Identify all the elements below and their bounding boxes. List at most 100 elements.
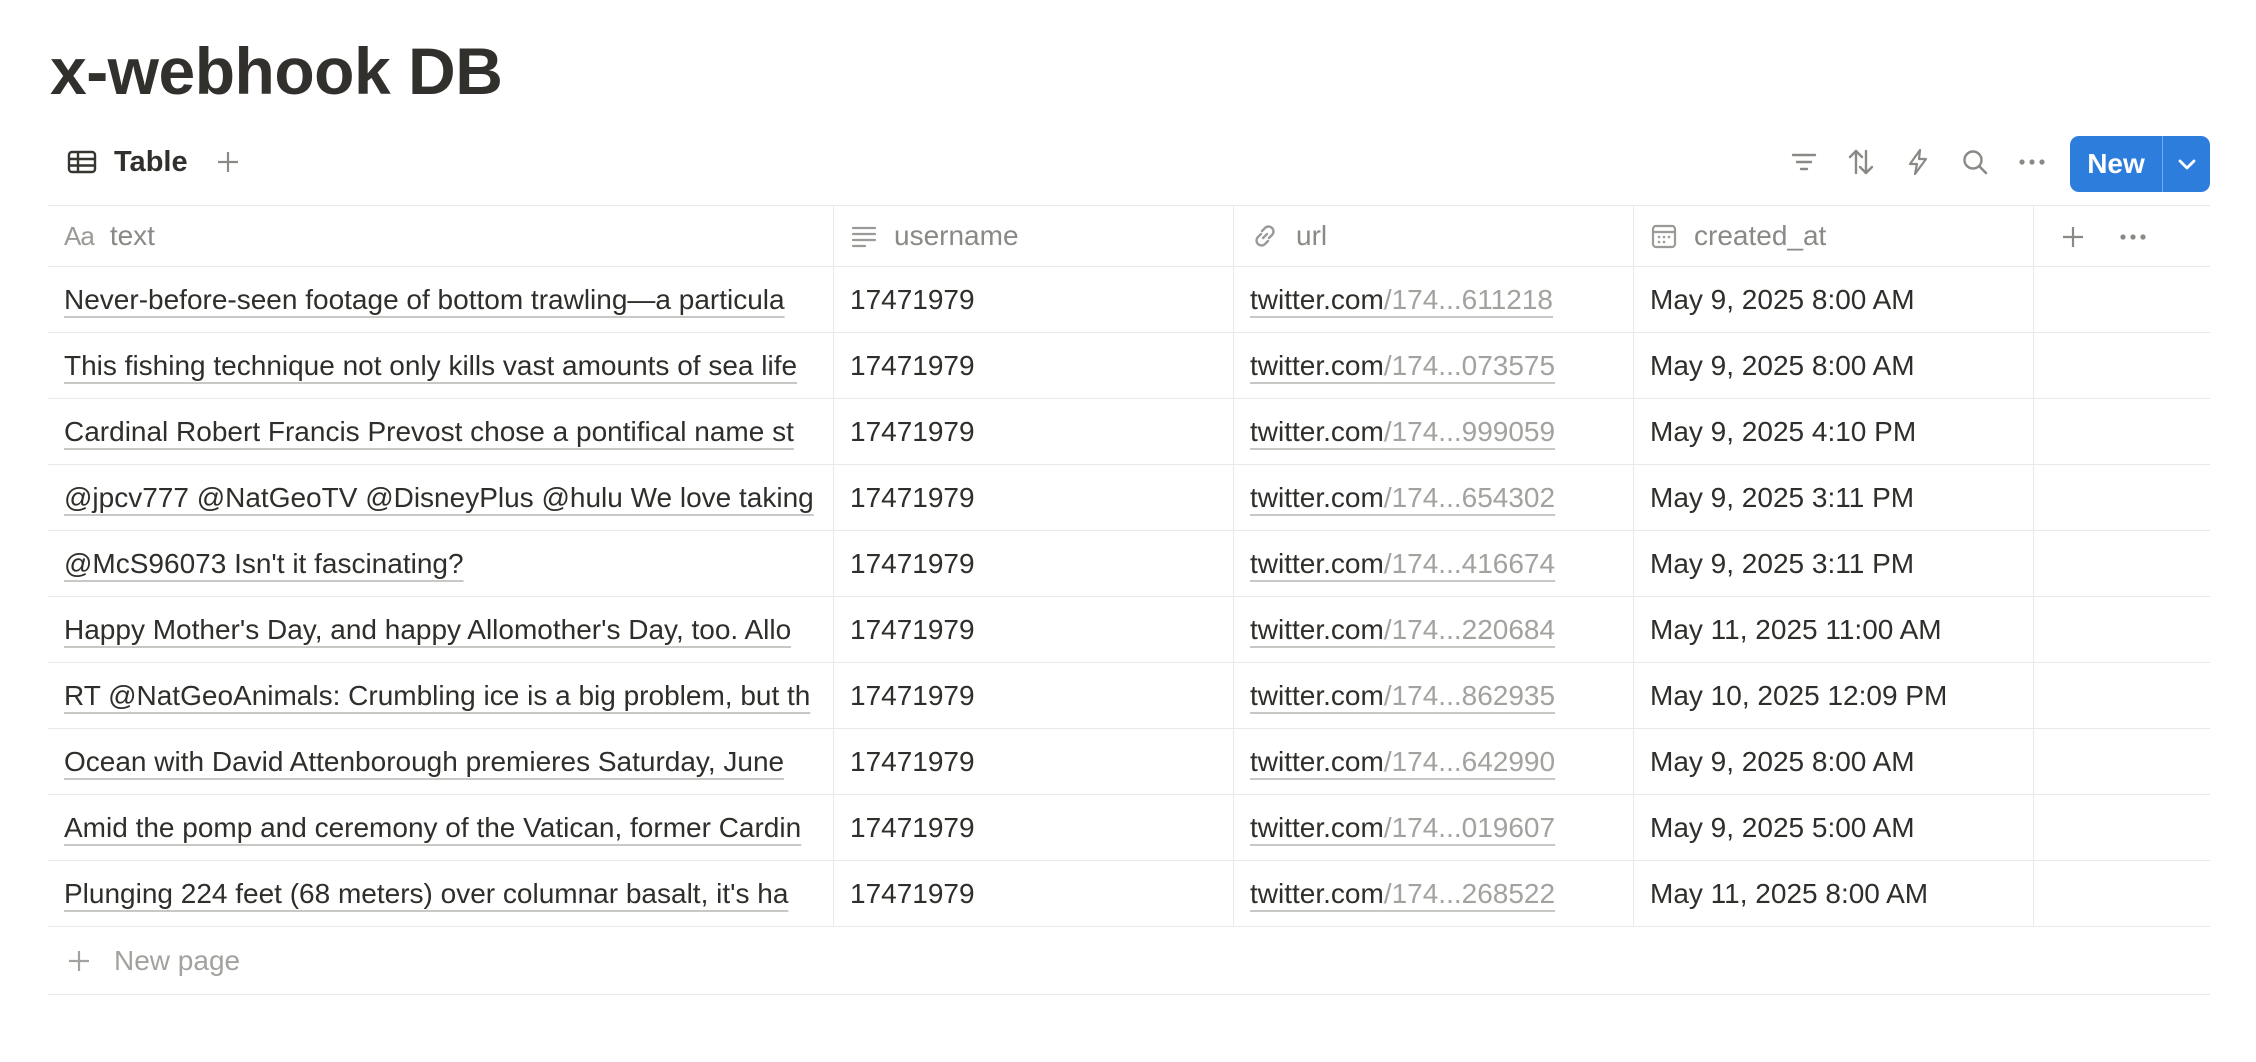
table-header: Aa text username url created_at	[48, 205, 2210, 267]
sort-button[interactable]	[1843, 144, 1879, 180]
url-link[interactable]: twitter.com/174...611218	[1250, 284, 1553, 316]
username-cell[interactable]: 17471979	[833, 531, 1233, 596]
page-title-link[interactable]: RT @NatGeoAnimals: Crumbling ice is a bi…	[64, 680, 810, 712]
url-link[interactable]: twitter.com/174...019607	[1250, 812, 1555, 844]
page-title-link[interactable]: Never-before-seen footage of bottom traw…	[64, 284, 785, 316]
text-cell[interactable]: Plunging 224 feet (68 meters) over colum…	[48, 861, 833, 926]
created-at-cell[interactable]: May 9, 2025 8:00 AM	[1633, 333, 2033, 398]
page-title-link[interactable]: This fishing technique not only kills va…	[64, 350, 797, 382]
username-cell[interactable]: 17471979	[833, 597, 1233, 662]
column-header-label: created_at	[1694, 220, 1827, 251]
text-cell[interactable]: RT @NatGeoAnimals: Crumbling ice is a bi…	[48, 663, 833, 728]
table-row: This fishing technique not only kills va…	[48, 333, 2210, 399]
username-cell[interactable]: 17471979	[833, 333, 1233, 398]
username-value: 17471979	[850, 481, 975, 513]
text-cell[interactable]: Ocean with David Attenborough premieres …	[48, 729, 833, 794]
column-header-username[interactable]: username	[833, 206, 1233, 266]
url-link[interactable]: twitter.com/174...220684	[1250, 614, 1555, 646]
view-more-button[interactable]	[2014, 144, 2050, 180]
tab-table[interactable]: Table	[66, 140, 188, 184]
created-at-cell[interactable]: May 9, 2025 4:10 PM	[1633, 399, 2033, 464]
table-row: Ocean with David Attenborough premieres …	[48, 729, 2210, 795]
new-button[interactable]: New	[2070, 136, 2162, 192]
url-link[interactable]: twitter.com/174...268522	[1250, 878, 1555, 910]
url-cell[interactable]: twitter.com/174...416674	[1233, 531, 1633, 596]
new-page-button[interactable]: New page	[48, 927, 2210, 995]
new-page-label: New page	[114, 944, 241, 976]
username-value: 17471979	[850, 679, 975, 711]
username-cell[interactable]: 17471979	[833, 729, 1233, 794]
page-title-link[interactable]: Ocean with David Attenborough premieres …	[64, 746, 784, 778]
created-at-cell[interactable]: May 9, 2025 8:00 AM	[1633, 267, 2033, 332]
created-at-cell[interactable]: May 9, 2025 5:00 AM	[1633, 795, 2033, 860]
url-cell[interactable]: twitter.com/174...611218	[1233, 267, 1633, 332]
username-cell[interactable]: 17471979	[833, 795, 1233, 860]
text-cell[interactable]: Amid the pomp and ceremony of the Vatica…	[48, 795, 833, 860]
url-cell[interactable]: twitter.com/174...220684	[1233, 597, 1633, 662]
page-title-link[interactable]: @McS96073 Isn't it fascinating?	[64, 548, 464, 580]
created-at-value: May 9, 2025 8:00 AM	[1650, 283, 1915, 315]
url-cell[interactable]: twitter.com/174...999059	[1233, 399, 1633, 464]
page-title-link[interactable]: @jpcv777 @NatGeoTV @DisneyPlus @hulu We …	[64, 482, 814, 514]
username-cell[interactable]: 17471979	[833, 399, 1233, 464]
table-row: Happy Mother's Day, and happy Allomother…	[48, 597, 2210, 663]
automations-button[interactable]	[1900, 144, 1936, 180]
url-link[interactable]: twitter.com/174...862935	[1250, 680, 1555, 712]
link-icon	[1250, 221, 1280, 251]
empty-cell	[2033, 465, 2210, 530]
url-link[interactable]: twitter.com/174...654302	[1250, 482, 1555, 514]
created-at-value: May 9, 2025 8:00 AM	[1650, 349, 1915, 381]
column-header-text[interactable]: Aa text	[48, 206, 833, 266]
text-cell[interactable]: This fishing technique not only kills va…	[48, 333, 833, 398]
text-cell[interactable]: Cardinal Robert Francis Prevost chose a …	[48, 399, 833, 464]
created-at-value: May 9, 2025 5:00 AM	[1650, 811, 1915, 843]
empty-cell	[2033, 333, 2210, 398]
url-link[interactable]: twitter.com/174...642990	[1250, 746, 1555, 778]
text-cell[interactable]: Never-before-seen footage of bottom traw…	[48, 267, 833, 332]
created-at-value: May 9, 2025 4:10 PM	[1650, 415, 1917, 447]
text-cell[interactable]: @jpcv777 @NatGeoTV @DisneyPlus @hulu We …	[48, 465, 833, 530]
page-title-link[interactable]: Cardinal Robert Francis Prevost chose a …	[64, 416, 794, 448]
page-title-link[interactable]: Plunging 224 feet (68 meters) over colum…	[64, 878, 788, 910]
created-at-cell[interactable]: May 9, 2025 8:00 AM	[1633, 729, 2033, 794]
text-lines-icon	[850, 222, 878, 250]
username-value: 17471979	[850, 415, 975, 447]
page-title-link[interactable]: Happy Mother's Day, and happy Allomother…	[64, 614, 791, 646]
column-header-url[interactable]: url	[1233, 206, 1633, 266]
filter-button[interactable]	[1786, 144, 1822, 180]
url-cell[interactable]: twitter.com/174...862935	[1233, 663, 1633, 728]
url-link[interactable]: twitter.com/174...999059	[1250, 416, 1555, 448]
username-cell[interactable]: 17471979	[833, 663, 1233, 728]
table-icon	[67, 150, 97, 174]
url-path: /174...611218	[1383, 283, 1554, 315]
username-cell[interactable]: 17471979	[833, 861, 1233, 926]
new-dropdown-button[interactable]	[2163, 136, 2210, 192]
url-link[interactable]: twitter.com/174...416674	[1250, 548, 1555, 580]
url-cell[interactable]: twitter.com/174...642990	[1233, 729, 1633, 794]
username-value: 17471979	[850, 745, 975, 777]
created-at-cell[interactable]: May 9, 2025 3:11 PM	[1633, 531, 2033, 596]
username-cell[interactable]: 17471979	[833, 267, 1233, 332]
text-cell[interactable]: Happy Mother's Day, and happy Allomother…	[48, 597, 833, 662]
url-cell[interactable]: twitter.com/174...073575	[1233, 333, 1633, 398]
url-link[interactable]: twitter.com/174...073575	[1250, 350, 1555, 382]
column-header-created-at[interactable]: created_at	[1633, 206, 2033, 266]
username-cell[interactable]: 17471979	[833, 465, 1233, 530]
created-at-cell[interactable]: May 11, 2025 8:00 AM	[1633, 861, 2033, 926]
add-property-button[interactable]	[2056, 220, 2090, 254]
created-at-cell[interactable]: May 9, 2025 3:11 PM	[1633, 465, 2033, 530]
column-header-label: text	[109, 220, 155, 251]
url-host: twitter.com	[1250, 877, 1384, 909]
search-button[interactable]	[1957, 144, 1993, 180]
add-view-button[interactable]	[210, 144, 246, 180]
created-at-cell[interactable]: May 11, 2025 11:00 AM	[1633, 597, 2033, 662]
username-value: 17471979	[850, 349, 975, 381]
text-cell[interactable]: @McS96073 Isn't it fascinating?	[48, 531, 833, 596]
created-at-cell[interactable]: May 10, 2025 12:09 PM	[1633, 663, 2033, 728]
column-more-button[interactable]	[2116, 220, 2150, 254]
url-cell[interactable]: twitter.com/174...654302	[1233, 465, 1633, 530]
url-cell[interactable]: twitter.com/174...268522	[1233, 861, 1633, 926]
page-title-link[interactable]: Amid the pomp and ceremony of the Vatica…	[64, 812, 801, 844]
url-cell[interactable]: twitter.com/174...019607	[1233, 795, 1633, 860]
url-host: twitter.com	[1250, 547, 1384, 579]
